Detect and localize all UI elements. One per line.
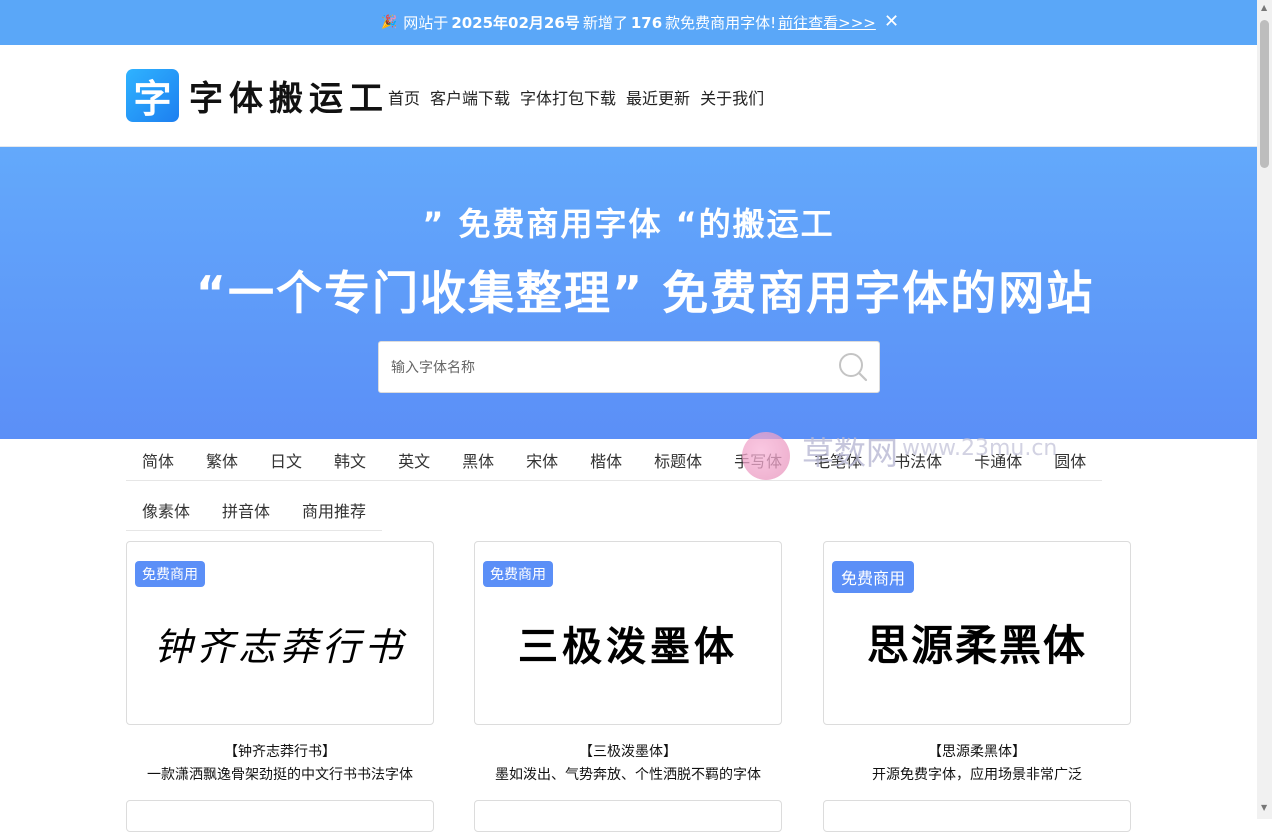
category-heiti[interactable]: 黑体	[446, 448, 510, 472]
logo-text: 字体搬运工	[189, 79, 389, 119]
category-english[interactable]: 英文	[382, 448, 446, 472]
hero-subtitle: ” 免费商用字体 “的搬运工	[422, 205, 835, 243]
font-card[interactable]: 免费商用 思源柔黑体	[823, 541, 1131, 725]
scrollbar-thumb[interactable]	[1260, 20, 1269, 168]
category-rounded[interactable]: 圆体	[1038, 448, 1102, 472]
font-card-title[interactable]: 【思源柔黑体】	[823, 741, 1131, 761]
font-card-title[interactable]: 【钟齐志莽行书】	[126, 741, 434, 761]
font-card-description: 墨如泼出、气势奔放、个性洒脱不羁的字体	[495, 767, 761, 783]
notice-text-mid: 新增了	[582, 14, 628, 32]
category-songti[interactable]: 宋体	[510, 448, 574, 472]
free-commercial-badge: 免费商用	[832, 561, 915, 593]
main-nav: 首页 客户端下载 字体打包下载 最近更新 关于我们	[388, 85, 774, 109]
party-popper-icon: 🎉	[381, 15, 398, 30]
font-card[interactable]	[474, 800, 782, 832]
font-card[interactable]: 免费商用 三极泼墨体	[474, 541, 782, 725]
category-cartoon[interactable]: 卡通体	[958, 448, 1038, 472]
site-header: 字 字体搬运工 首页 客户端下载 字体打包下载 最近更新 关于我们	[0, 45, 1257, 147]
category-calligraphy[interactable]: 书法体	[878, 448, 958, 472]
font-card-description: 开源免费字体，应用场景非常广泛	[872, 767, 1082, 783]
category-korean[interactable]: 韩文	[318, 448, 382, 472]
nav-item-client-download[interactable]: 客户端下载	[430, 85, 510, 109]
hero-banner: ” 免费商用字体 “的搬运工 “一个专门收集整理” 免费商用字体的网站	[0, 147, 1257, 439]
search-icon[interactable]	[837, 351, 869, 387]
notice-view-link[interactable]: 前往查看>>>	[778, 12, 876, 33]
notice-text-before: 网站于	[403, 14, 449, 32]
announcement-bar: 🎉 网站于 2025年02月26号 新增了 176 款免费商用字体! 前往查看>…	[0, 0, 1257, 45]
category-title-font[interactable]: 标题体	[638, 448, 718, 472]
category-tabs-row1: 简体 繁体 日文 韩文 英文 黑体 宋体 楷体 标题体 手写体 毛笔体 书法体 …	[126, 440, 1102, 481]
category-japanese[interactable]: 日文	[254, 448, 318, 472]
category-brush[interactable]: 毛笔体	[798, 448, 878, 472]
font-preview: 三极泼墨体	[518, 624, 738, 670]
search-box	[378, 341, 880, 393]
logo-icon: 字	[126, 69, 179, 122]
nav-item-recent-updates[interactable]: 最近更新	[626, 85, 690, 109]
site-logo[interactable]: 字 字体搬运工	[126, 69, 389, 122]
free-commercial-badge: 免费商用	[135, 561, 205, 587]
scroll-up-arrow-icon[interactable]: ▲	[1261, 3, 1267, 12]
category-pinyin[interactable]: 拼音体	[206, 498, 286, 522]
font-preview: 钟齐志莽行书	[153, 625, 406, 669]
font-card[interactable]	[823, 800, 1131, 832]
scroll-down-arrow-icon[interactable]: ▼	[1261, 803, 1267, 812]
category-pixel[interactable]: 像素体	[126, 498, 206, 522]
category-handwriting[interactable]: 手写体	[718, 448, 798, 472]
notice-text-after: 款免费商用字体!	[665, 14, 777, 32]
category-traditional[interactable]: 繁体	[190, 448, 254, 472]
vertical-scrollbar[interactable]: ▲ ▼	[1257, 0, 1272, 819]
hero-title: “一个专门收集整理” 免费商用字体的网站	[195, 266, 1095, 320]
category-simplified[interactable]: 简体	[126, 448, 190, 472]
category-tabs-row2: 像素体 拼音体 商用推荐	[126, 490, 382, 531]
notice-count: 176	[630, 13, 663, 32]
nav-item-font-pack-download[interactable]: 字体打包下载	[520, 85, 616, 109]
close-icon[interactable]: ✕	[884, 11, 899, 32]
nav-item-home[interactable]: 首页	[388, 85, 420, 109]
search-input[interactable]	[389, 342, 823, 392]
category-kaiti[interactable]: 楷体	[574, 448, 638, 472]
category-commercial-recommend[interactable]: 商用推荐	[286, 498, 382, 522]
font-card-title[interactable]: 【三极泼墨体】	[474, 741, 782, 761]
font-preview: 思源柔黑体	[866, 621, 1087, 670]
font-card-description: 一款潇洒飘逸骨架劲挺的中文行书书法字体	[147, 767, 413, 783]
font-card[interactable]: 免费商用 钟齐志莽行书	[126, 541, 434, 725]
nav-item-about[interactable]: 关于我们	[700, 85, 764, 109]
font-card[interactable]	[126, 800, 434, 832]
notice-date: 2025年02月26号	[451, 14, 580, 32]
free-commercial-badge: 免费商用	[483, 561, 553, 587]
